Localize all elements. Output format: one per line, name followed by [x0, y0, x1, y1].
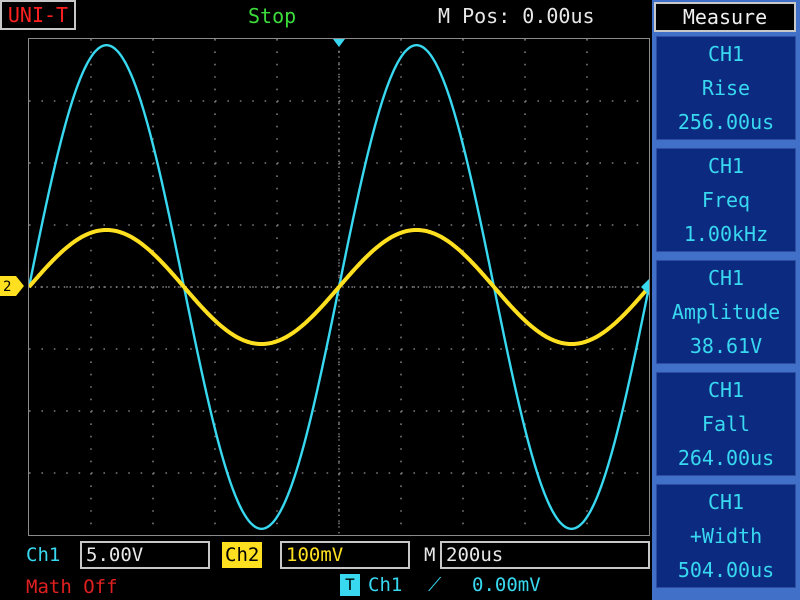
brand-text: UNI-T: [7, 3, 69, 27]
measurement-value: 1.00kHz: [683, 222, 769, 246]
ch2-ground-marker-icon: 2: [0, 276, 24, 296]
waveform-display: [27, 38, 651, 536]
run-status: Stop: [248, 4, 297, 28]
math-status: Math Off: [26, 576, 118, 598]
measurement-fall[interactable]: CH1 Fall 264.00us: [656, 372, 796, 476]
ch2-scale[interactable]: 100mV: [280, 541, 410, 569]
trigger-source: Ch1: [368, 574, 403, 596]
measurement-amplitude[interactable]: CH1 Amplitude 38.61V: [656, 260, 796, 364]
timebase-label: M: [424, 544, 436, 566]
measurement-rise[interactable]: CH1 Rise 256.00us: [656, 36, 796, 140]
main-position-readout: M Pos: 0.00us: [438, 4, 595, 28]
measurement-channel: CH1: [707, 266, 745, 290]
measurement-value: 256.00us: [677, 110, 775, 134]
measure-title-text: Measure: [682, 5, 768, 29]
measurement-name: Rise: [701, 76, 751, 100]
trigger-icon: T: [340, 574, 360, 596]
trigger-level: 0.00mV: [472, 574, 541, 596]
measurement-name: +Width: [689, 524, 763, 548]
ch2-marker-label: 2: [3, 279, 11, 295]
waveform-canvas: [27, 39, 651, 535]
measure-menu-title[interactable]: Measure: [654, 2, 796, 32]
rising-edge-slope-icon: ⟋: [428, 574, 442, 596]
measurement-channel: CH1: [707, 378, 745, 402]
measurement-name: Fall: [701, 412, 751, 436]
ch1-label: Ch1: [26, 544, 61, 566]
ch1-scale[interactable]: 5.00V: [80, 541, 210, 569]
measure-panel: Measure CH1 Rise 256.00us CH1 Freq 1.00k…: [652, 0, 800, 600]
brand-logo: UNI-T: [0, 0, 76, 30]
ch2-label: Ch2: [222, 542, 263, 568]
measurement-channel: CH1: [707, 490, 745, 514]
measurement-name: Amplitude: [671, 300, 781, 324]
measurement-value: 264.00us: [677, 446, 775, 470]
measurement-channel: CH1: [707, 154, 745, 178]
measurement-name: Freq: [701, 188, 751, 212]
trigger-position-arrow-icon: [333, 39, 345, 47]
timebase-scale[interactable]: 200us: [440, 541, 650, 569]
measurement-value: 504.00us: [677, 558, 775, 582]
measurement-value: 38.61V: [689, 334, 763, 358]
measurement-channel: CH1: [707, 42, 745, 66]
measurement-positive-width[interactable]: CH1 +Width 504.00us: [656, 484, 796, 588]
measurement-freq[interactable]: CH1 Freq 1.00kHz: [656, 148, 796, 252]
